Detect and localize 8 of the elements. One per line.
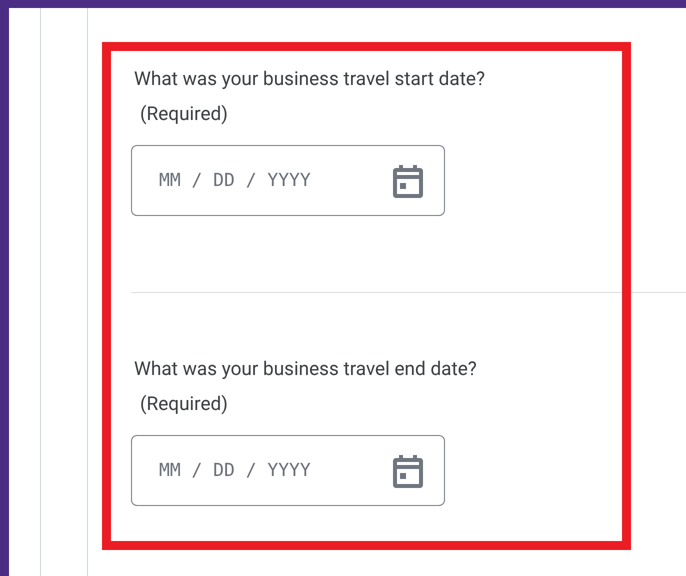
question-label: What was your business travel end date?: [134, 356, 477, 382]
date-field[interactable]: MM / DD / YYYY: [131, 435, 445, 506]
date-field[interactable]: MM / DD / YYYY: [131, 145, 445, 216]
required-note: (Required): [139, 391, 228, 417]
calendar-icon[interactable]: [391, 453, 425, 489]
calendar-icon[interactable]: [391, 163, 425, 199]
required-note: (Required): [139, 101, 228, 127]
question-label: What was your business travel start date?: [134, 66, 485, 92]
